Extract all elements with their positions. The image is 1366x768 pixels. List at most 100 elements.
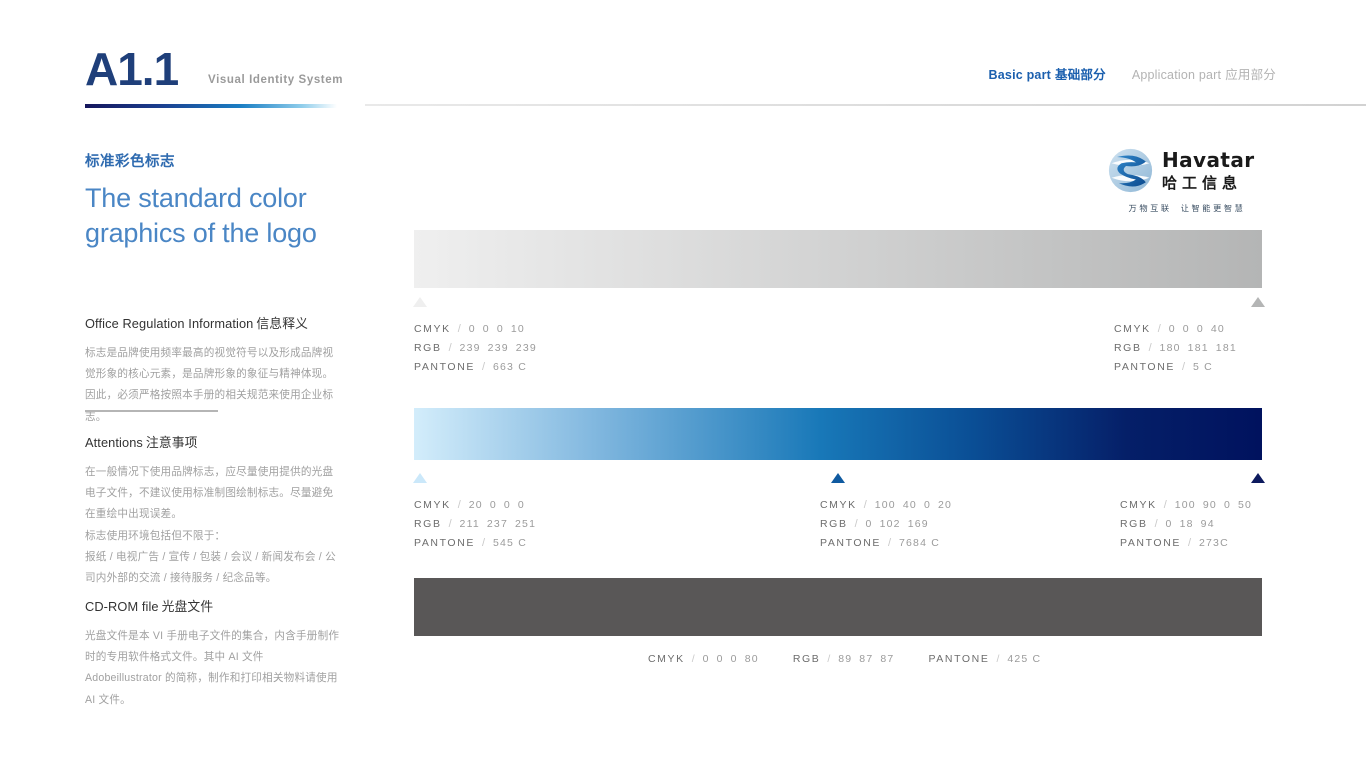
section-cdrom-file-body: 光盘文件是本 VI 手册电子文件的集合，内含手册制作时的专用软件格式文件。其中 … — [85, 630, 340, 706]
spec-label-rgb: RGB — [414, 517, 442, 530]
spec-label-cmyk: CMYK — [414, 499, 451, 511]
spec-row-pantone: PANTONE / 663 C — [414, 358, 537, 377]
spec-slash: / — [1163, 499, 1168, 511]
brand-logo-main: Havatar 哈工信息 — [1108, 148, 1266, 193]
rgb-b: 239 — [515, 341, 537, 354]
spec-label-cmyk: CMYK — [820, 499, 857, 511]
swatch-spec-dark: CMYK / 0 0 0 80 RGB / 89 87 87 PANTONE / 425 … — [648, 653, 1041, 665]
spec-row-rgb: RGB / 89 87 87 — [793, 653, 895, 665]
spec-row-cmyk: CMYK / 0 0 0 40 — [1114, 320, 1237, 339]
cmyk-y: 0 — [923, 499, 931, 511]
swatch-spec-blue-mid: CMYK / 100 40 0 20 RGB / 0 102 169 PANTONE / … — [820, 496, 952, 553]
spec-row-cmyk: CMYK / 20 0 0 0 — [414, 496, 536, 515]
spec-value-rgb: 211 237 251 — [460, 515, 537, 533]
rgb-g: 102 — [879, 517, 901, 530]
section-attentions-heading-en: Attentions — [85, 435, 143, 450]
swatch-spec-blue-dark: CMYK / 100 90 0 50 RGB / 0 18 94 PANTONE / 27… — [1120, 496, 1252, 553]
section-attentions-heading-cn: 注意事项 — [145, 435, 198, 450]
brand-slogan-right: 让智能更智慧 — [1180, 204, 1246, 213]
cmyk-c: 100 — [1174, 499, 1196, 511]
spec-slash: / — [863, 499, 868, 511]
spec-label-cmyk: CMYK — [414, 323, 451, 335]
vi-manual-page: A1.1 Visual Identity System Basic part 基础… — [0, 0, 1366, 768]
spec-label-pantone: PANTONE — [414, 360, 475, 373]
swatch-spec-gray-light: CMYK / 0 0 0 10 RGB / 239 239 239 PANTONE / 6… — [414, 320, 537, 377]
cmyk-k: 20 — [937, 499, 953, 511]
spec-slash: / — [482, 360, 486, 373]
brand-name-cn: 哈工信息 — [1162, 175, 1243, 192]
spec-slash: / — [1154, 517, 1159, 530]
spec-row-pantone: PANTONE / 5 C — [1114, 358, 1237, 377]
brand-slogan-left: 万物互联 — [1128, 204, 1172, 213]
swatch-bar-gray — [414, 230, 1262, 288]
spec-value-pantone: 545 C — [492, 536, 527, 549]
spec-value-cmyk: 0 0 0 10 — [469, 320, 525, 338]
rgb-g: 87 — [859, 653, 874, 665]
spec-value-cmyk: 0 0 0 40 — [1169, 320, 1225, 338]
spec-slash: / — [854, 517, 859, 530]
nav-item-application-part[interactable]: Application part 应用部分 — [1132, 64, 1276, 83]
spec-label-rgb: RGB — [1114, 341, 1142, 354]
spec-slash: / — [482, 536, 486, 549]
spec-row-rgb: RGB / 0 18 94 — [1120, 515, 1252, 534]
spec-row-cmyk: CMYK / 0 0 0 10 — [414, 320, 537, 339]
rgb-r: 180 — [1159, 341, 1181, 354]
nav-item-basic-part[interactable]: Basic part 基础部分 — [989, 64, 1106, 83]
spec-slash: / — [448, 341, 453, 354]
cmyk-m: 0 — [1182, 323, 1190, 335]
spec-slash: / — [448, 517, 453, 530]
spec-label-cmyk: CMYK — [648, 653, 685, 665]
spec-row-pantone: PANTONE / 545 C — [414, 534, 536, 553]
spec-row-pantone: PANTONE / 273C — [1120, 534, 1252, 553]
spec-slash: / — [1188, 536, 1192, 549]
spec-slash: / — [1182, 360, 1186, 373]
spec-value-rgb: 0 102 169 — [866, 515, 929, 533]
cmyk-m: 0 — [482, 323, 490, 335]
section-attentions: Attentions 注意事项 在一般情况下使用品牌标志，应尽量使用提供的光盘电子… — [85, 432, 341, 589]
spec-value-rgb: 180 181 181 — [1160, 339, 1237, 357]
cmyk-c: 0 — [702, 653, 710, 665]
nav-item-basic-part-en: Basic part — [988, 68, 1051, 82]
spec-row-pantone: PANTONE / 7684 C — [820, 534, 952, 553]
rgb-r: 89 — [838, 653, 853, 665]
swatch-marker-blue-light — [413, 473, 427, 483]
section-office-regulation-heading-en: Office Regulation Information — [85, 316, 254, 331]
spec-slash: / — [1157, 323, 1162, 335]
cmyk-k: 0 — [517, 499, 525, 511]
page-title-en: The standard color graphics of the logo — [85, 181, 341, 250]
spec-value-pantone: 425 C — [1007, 653, 1042, 665]
brand-logo: Havatar 哈工信息 万物互联 让智能更智慧 — [1108, 148, 1266, 214]
swatch-marker-blue-mid — [831, 473, 845, 483]
rgb-b: 87 — [880, 653, 895, 665]
havatar-globe-icon — [1108, 148, 1153, 193]
cmyk-k: 40 — [1210, 323, 1225, 335]
swatch-spec-gray-dark: CMYK / 0 0 0 40 RGB / 180 181 181 PANTONE / 5… — [1114, 320, 1237, 377]
spec-slash: / — [457, 499, 462, 511]
rgb-g: 181 — [1187, 341, 1209, 354]
section-cdrom-file-heading: CD-ROM file 光盘文件 — [85, 596, 341, 615]
section-nav: Basic part 基础部分 Application part 应用部分 — [989, 64, 1276, 83]
page-title-en-line1: The standard color — [85, 183, 307, 213]
spec-value-rgb: 239 239 239 — [460, 339, 537, 357]
spec-label-cmyk: CMYK — [1120, 499, 1157, 511]
cmyk-k: 10 — [510, 323, 525, 335]
rgb-r: 0 — [865, 517, 873, 530]
rgb-g: 239 — [487, 341, 509, 354]
spec-label-pantone: PANTONE — [1120, 536, 1181, 549]
cmyk-y: 0 — [496, 323, 504, 335]
cmyk-y: 0 — [730, 653, 738, 665]
page-subtitle: Visual Identity System — [208, 74, 344, 86]
spec-row-cmyk: CMYK / 100 40 0 20 — [820, 496, 952, 515]
section-cdrom-file-heading-cn: 光盘文件 — [161, 599, 214, 614]
spec-row-cmyk: CMYK / 0 0 0 80 — [648, 653, 759, 665]
section-cdrom-file: CD-ROM file 光盘文件 光盘文件是本 VI 手册电子文件的集合，内含手册… — [85, 596, 341, 711]
page-title-cn: 标准彩色标志 — [85, 154, 175, 170]
cmyk-c: 20 — [468, 499, 483, 511]
rgb-b: 94 — [1200, 517, 1215, 530]
cmyk-c: 0 — [468, 323, 476, 335]
cmyk-k: 50 — [1237, 499, 1253, 511]
spec-label-pantone: PANTONE — [414, 536, 475, 549]
spec-slash: / — [996, 653, 1001, 665]
spec-slash: / — [691, 653, 696, 665]
sidebar-divider — [85, 410, 218, 412]
